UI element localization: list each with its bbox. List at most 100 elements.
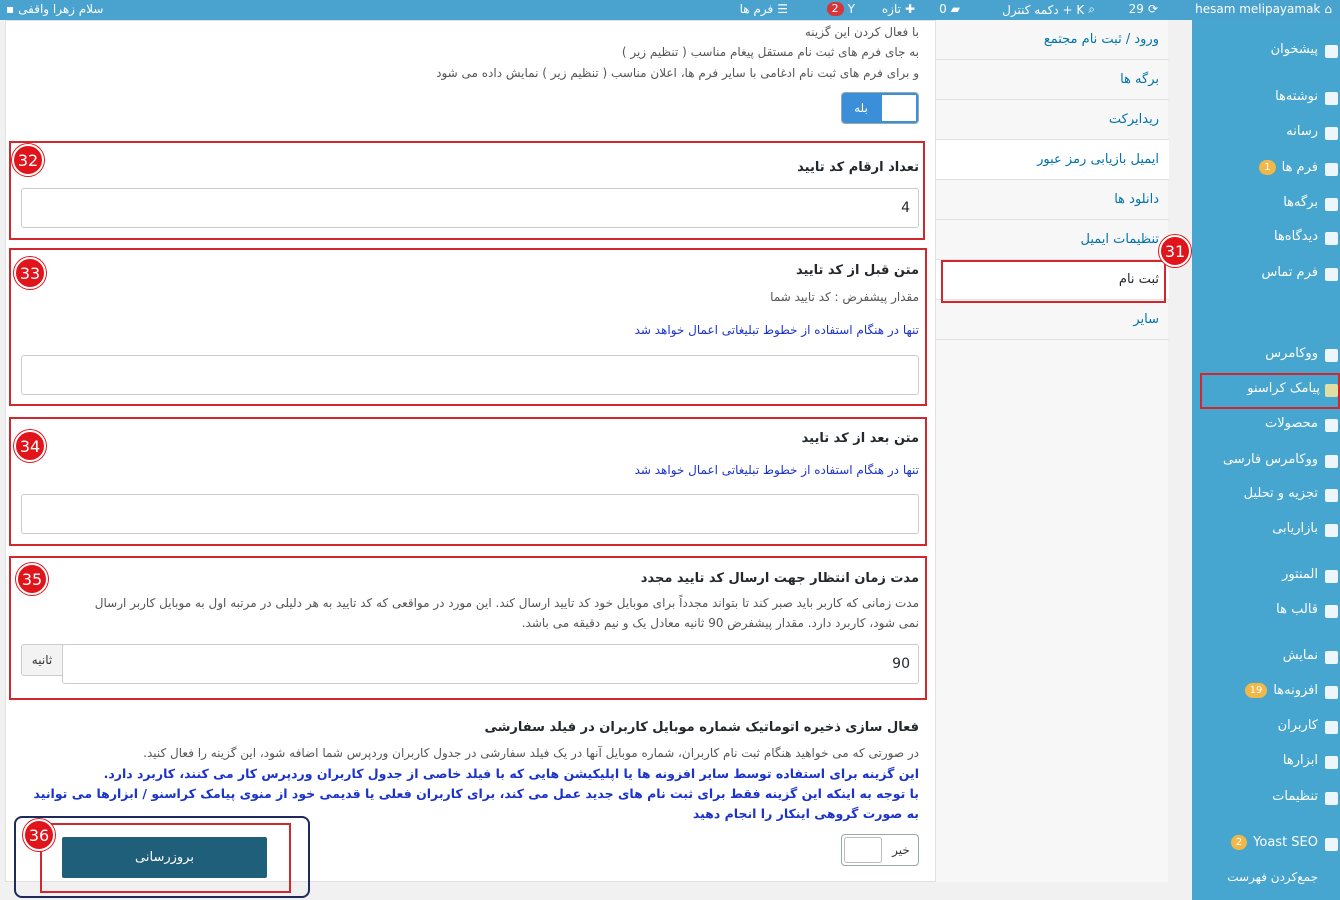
tab-other[interactable]: سایر (936, 300, 1169, 340)
sidebar-item-label: کاربران (1277, 718, 1318, 733)
comment-icon: ▰ (950, 2, 960, 16)
settings-tabs: ورود / ثبت نام مجتمع برگه ها ریدایرکت ای… (935, 20, 1169, 882)
sidebar-item-dashboard[interactable]: پیشخوان (1271, 42, 1318, 57)
tab-label: برگه ها (1120, 72, 1159, 87)
account-link[interactable]: ▪ سلام زهرا واقفی (6, 2, 103, 16)
sidebar-item-plugins[interactable]: افزونه‌ها 19 (1244, 683, 1318, 698)
sidebar-item-label: افزونه‌ها (1273, 683, 1318, 698)
sidebar-item-templates[interactable]: قالب ها (1276, 602, 1318, 617)
forms-icon (1325, 163, 1338, 176)
sidebar-item-comments[interactable]: دیدگاه‌ها (1274, 229, 1318, 244)
before-code-label: متن قبل از کد تایید (795, 263, 919, 278)
sidebar-item-products[interactable]: محصولات (1265, 416, 1318, 431)
sidebar-item-label: دیدگاه‌ها (1273, 229, 1318, 244)
toggle-knob (880, 93, 918, 123)
enable-toggle[interactable]: بله (841, 92, 919, 124)
sidebar-item-woo-persian[interactable]: ووکامرس فارسی (1223, 452, 1318, 467)
site-link[interactable]: hesam melipayamak ⌂ (1195, 2, 1332, 16)
sidebar-item-marketing[interactable]: بازاریابی (1272, 521, 1318, 536)
new-label: تازه (881, 2, 901, 16)
sidebar-item-label: ووکامرس فارسی (1222, 452, 1318, 467)
tab-label: ریدایرکت (1108, 112, 1159, 127)
yoast-badge: 2 (1230, 835, 1248, 850)
auto-save-note-3: به صورت گروهی اینکار را انجام دهید (692, 806, 919, 821)
tab-downloads[interactable]: دانلود ها (936, 180, 1169, 220)
sidebar-collapse-menu[interactable]: جمع‌کردن فهرست (1227, 870, 1318, 884)
after-code-label: متن بعد از کد تایید (801, 431, 919, 446)
code-digits-input[interactable] (21, 188, 919, 228)
sidebar-item-yoast[interactable]: 2 Yoast SEO (1230, 835, 1318, 850)
sidebar-item-woocommerce[interactable]: ووکامرس (1265, 346, 1318, 361)
toggle-on-label: بله (842, 93, 880, 123)
sidebar-item-forms[interactable]: فرم ها 1 (1259, 160, 1318, 175)
sidebar-item-label: رسانه (1286, 124, 1318, 139)
comments-link[interactable]: 0 ▰ (939, 2, 960, 16)
sidebar-item-analytics[interactable]: تجزیه و تحلیل (1244, 486, 1318, 501)
control-button[interactable]: دکمه کنترل + K ⌕ (1002, 2, 1095, 17)
tab-label: سایر (1133, 312, 1159, 327)
forms-link[interactable]: فرم ها ☰ (740, 2, 788, 16)
plus-icon: ✚ (904, 2, 915, 16)
after-code-input[interactable] (21, 494, 919, 534)
yoast-link[interactable]: 2 Y (826, 2, 855, 16)
sidebar-item-label: بازاریابی (1272, 521, 1318, 536)
auto-save-toggle[interactable]: خیر (841, 834, 919, 866)
control-button-label: دکمه کنترل + K (1002, 2, 1085, 17)
greeting: سلام زهرا واقفی (18, 2, 104, 16)
sidebar-item-settings[interactable]: تنظیمات (1272, 789, 1318, 804)
plugins-badge: 19 (1244, 683, 1268, 698)
update-button[interactable]: بروزرسانی (62, 837, 267, 878)
sidebar-item-label: تجزیه و تحلیل (1243, 486, 1318, 501)
sidebar-item-elementor[interactable]: المنتور (1282, 567, 1318, 582)
tab-redirect[interactable]: ریدایرکت (936, 100, 1169, 140)
home-icon: ⌂ (1324, 2, 1332, 16)
sidebar-item-posts[interactable]: نوشته‌ها (1275, 89, 1318, 104)
updates-link[interactable]: 29 ⟳ (1129, 2, 1158, 16)
intro-line-1: با فعال کردن این گزینه (804, 25, 919, 39)
before-code-input[interactable] (21, 355, 919, 395)
products-icon (1325, 419, 1338, 432)
elementor-icon (1325, 570, 1338, 583)
sidebar-item-appearance[interactable]: نمایش (1283, 648, 1318, 663)
dashboard-icon (1325, 45, 1338, 58)
auto-save-note-1: این گزینه برای استفاده توسط سایر افزونه … (103, 766, 919, 781)
sidebar-item-label: ووکامرس (1265, 346, 1318, 361)
search-icon: ⌕ (1088, 2, 1095, 16)
sidebar-item-label: پیشخوان (1270, 42, 1318, 57)
yoast-icon: Y (847, 2, 855, 16)
highlight-register-tab (941, 260, 1166, 303)
sidebar-item-contact-form[interactable]: فرم تماس (1261, 265, 1318, 280)
tab-email-settings[interactable]: تنظیمات ایمیل (936, 220, 1169, 260)
resend-wait-desc-2: نمی شود، کاربرد دارد. مقدار پیشفرض 90 ثا… (521, 616, 919, 630)
yoast-count-badge: 2 (826, 2, 844, 16)
tab-recovery-email[interactable]: ایمیل بازیابی رمز عبور (936, 140, 1169, 180)
mail-icon (1325, 268, 1338, 281)
templates-icon (1325, 605, 1338, 618)
sidebar-item-media[interactable]: رسانه (1286, 124, 1318, 139)
intro-line-3: و برای فرم های ثبت نام ادغامی با سایر فر… (436, 66, 919, 80)
before-code-default: مقدار پیشفرض : کد تایید شما (770, 290, 919, 304)
sidebar-item-users[interactable]: کاربران (1278, 718, 1318, 733)
new-link[interactable]: تازه ✚ (882, 2, 915, 16)
after-code-note: تنها در هنگام استفاده از خطوط تبلیغاتی ا… (634, 463, 919, 477)
sidebar-item-label: المنتور (1282, 567, 1318, 582)
sidebar-item-label: Yoast SEO (1253, 835, 1318, 850)
auto-save-desc: در صورتی که می خواهید هنگام ثبت نام کارب… (143, 746, 919, 760)
intro-line-2: به جای فرم های ثبت نام مستقل پیغام مناسب… (621, 45, 919, 59)
users-icon (1325, 721, 1338, 734)
brush-icon (1325, 651, 1338, 664)
resend-wait-input[interactable] (62, 644, 919, 684)
tab-login-register[interactable]: ورود / ثبت نام مجتمع (936, 20, 1169, 60)
page-icon (1325, 198, 1338, 211)
tools-icon (1325, 756, 1338, 769)
sidebar-item-label: تنظیمات (1272, 789, 1318, 804)
sidebar-item-tools[interactable]: ابزارها (1283, 753, 1318, 768)
marker-33: 33 (14, 257, 46, 289)
tab-label: تنظیمات ایمیل (1080, 232, 1160, 247)
sidebar-item-pages[interactable]: برگه‌ها (1283, 195, 1318, 210)
toggle-knob (844, 837, 882, 863)
forms-badge: 1 (1259, 160, 1276, 175)
sidebar-item-label: جمع‌کردن فهرست (1227, 870, 1318, 884)
tab-pages[interactable]: برگه ها (936, 60, 1169, 100)
seconds-unit-addon: ثانیه (21, 644, 63, 676)
